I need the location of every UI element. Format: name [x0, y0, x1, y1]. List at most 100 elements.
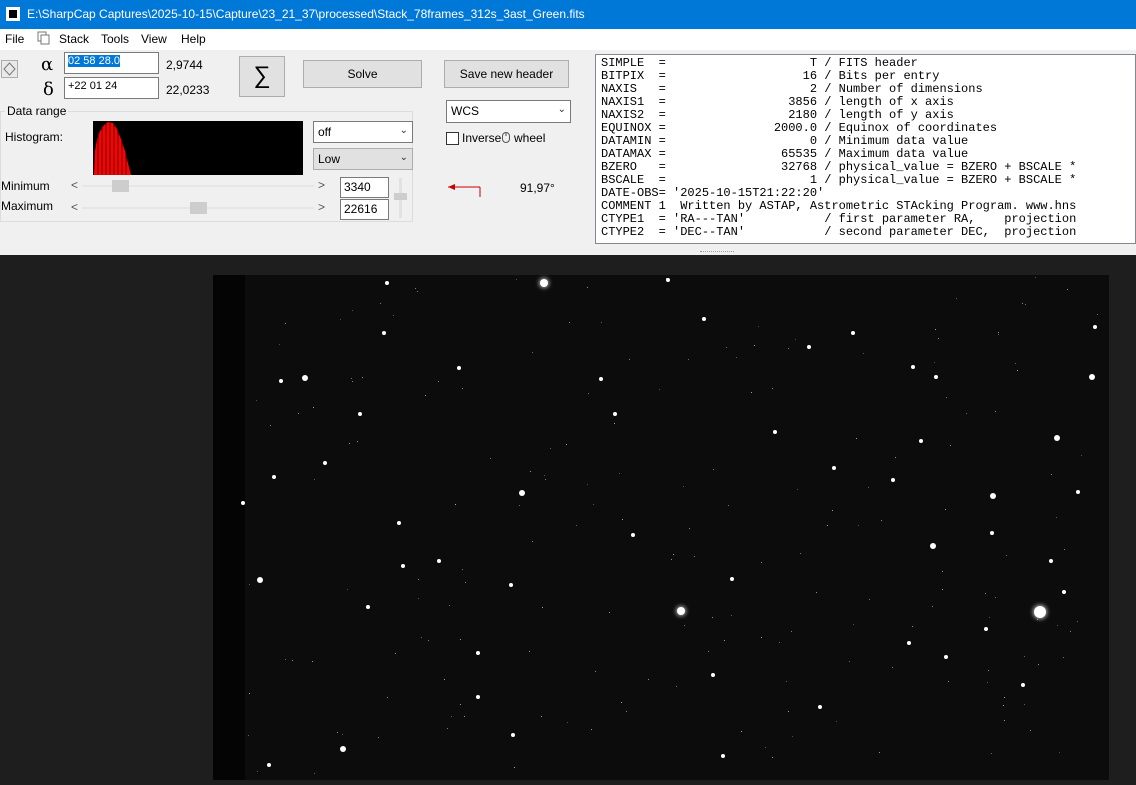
faint-star [728, 505, 729, 506]
vertical-trackbar-thumb[interactable] [394, 193, 407, 200]
menu-stack[interactable]: Stack [59, 32, 89, 46]
faint-star [516, 279, 517, 280]
faint-star [998, 332, 999, 333]
star [340, 746, 346, 752]
faint-star [736, 357, 737, 358]
menu-tools[interactable]: Tools [101, 32, 129, 46]
star [241, 501, 245, 505]
vertical-trackbar[interactable] [394, 178, 407, 218]
faint-star [1003, 705, 1004, 706]
faint-star [460, 704, 461, 705]
faint-star [541, 716, 542, 717]
faint-star [858, 525, 859, 526]
faint-star [879, 752, 880, 753]
faint-star [998, 334, 999, 335]
faint-star [449, 605, 450, 606]
faint-star [659, 389, 660, 390]
scroll-left-icon: < [71, 178, 79, 192]
faint-star [460, 639, 461, 640]
faint-star [566, 444, 567, 445]
star [401, 564, 405, 568]
star [366, 605, 370, 609]
mouse-icon [502, 132, 510, 143]
faint-star [357, 441, 358, 442]
faint-star [378, 737, 379, 738]
star [984, 627, 988, 631]
faint-star [1024, 656, 1025, 657]
faint-star [1004, 720, 1005, 721]
inverse-wheel-checkbox[interactable] [446, 132, 459, 145]
chevron-down-icon: ⌄ [557, 104, 566, 115]
faint-star [673, 554, 674, 555]
menu-file[interactable]: File [5, 32, 24, 46]
star [1054, 435, 1060, 441]
faint-star [708, 651, 709, 652]
star [730, 577, 734, 581]
faint-star [593, 504, 594, 505]
star [1062, 590, 1066, 594]
faint-star [666, 278, 667, 279]
minimum-slider-thumb[interactable] [112, 180, 129, 192]
minimum-input[interactable]: 3340 [340, 177, 389, 198]
faint-star [340, 319, 341, 320]
star [807, 345, 811, 349]
splitter-grip[interactable] [700, 251, 734, 254]
star-image[interactable] [213, 275, 1109, 780]
faint-star [772, 757, 773, 758]
star [476, 651, 480, 655]
maximum-input[interactable]: 22616 [340, 199, 389, 220]
maximum-slider-thumb[interactable] [190, 202, 207, 214]
faint-star [417, 291, 418, 292]
maximum-slider[interactable]: < > [70, 200, 326, 216]
faint-star [779, 642, 780, 643]
alpha-input-text: 02 58 28.0 [68, 55, 120, 67]
solve-button[interactable]: Solve [303, 60, 422, 88]
save-header-button[interactable]: Save new header [444, 60, 569, 88]
faint-star [428, 640, 429, 641]
wcs-select[interactable]: WCS ⌄ [446, 100, 571, 123]
faint-star [347, 589, 348, 590]
faint-star [1056, 517, 1057, 518]
star [476, 695, 480, 699]
faint-star [532, 541, 533, 542]
copy-icon[interactable] [37, 31, 51, 45]
alpha-input[interactable]: 02 58 28.0 [64, 52, 159, 74]
faint-star [1051, 474, 1052, 475]
minimum-slider[interactable]: < > [70, 178, 326, 194]
faint-star [279, 344, 280, 345]
faint-star [447, 728, 448, 729]
stretch-select-value: off [318, 125, 332, 139]
star [358, 412, 362, 416]
faint-star [249, 693, 250, 694]
faint-star [1077, 621, 1078, 622]
faint-star [418, 598, 419, 599]
menu-view[interactable]: View [141, 32, 167, 46]
faint-star [754, 345, 755, 346]
scroll-right-icon: > [317, 200, 325, 214]
faint-star [285, 659, 286, 660]
faint-star [337, 732, 338, 733]
window-title: E:\SharpCap Captures\2025-10-15\Capture\… [27, 7, 585, 21]
faint-star [946, 397, 947, 398]
fits-header-line: CTYPE2 = 'DEC--TAN' / second parameter D… [601, 225, 1077, 239]
faint-star [751, 392, 752, 393]
level-select[interactable]: Low ⌄ [313, 148, 413, 170]
faint-star [1035, 277, 1036, 278]
menu-help[interactable]: Help [181, 32, 206, 46]
menu-bar: File Stack Tools View Help [0, 29, 1136, 50]
fits-header-panel[interactable]: SIMPLE = T / FITS header BITPIX = 16 / Bi… [595, 54, 1136, 244]
faint-star [314, 773, 315, 774]
stack-sum-button[interactable]: ∑ [239, 56, 285, 97]
faint-star [863, 353, 864, 354]
star [944, 655, 948, 659]
stretch-select[interactable]: off ⌄ [313, 121, 413, 143]
delta-input[interactable]: +22 01 24 [64, 77, 159, 99]
faint-star [349, 443, 350, 444]
faint-star [395, 653, 396, 654]
app-icon [6, 7, 20, 21]
faint-star [938, 338, 939, 339]
faint-star [1070, 631, 1071, 632]
north-arrow-icon [446, 181, 482, 199]
toggle-panel-button[interactable] [1, 60, 18, 78]
faint-star [761, 637, 762, 638]
